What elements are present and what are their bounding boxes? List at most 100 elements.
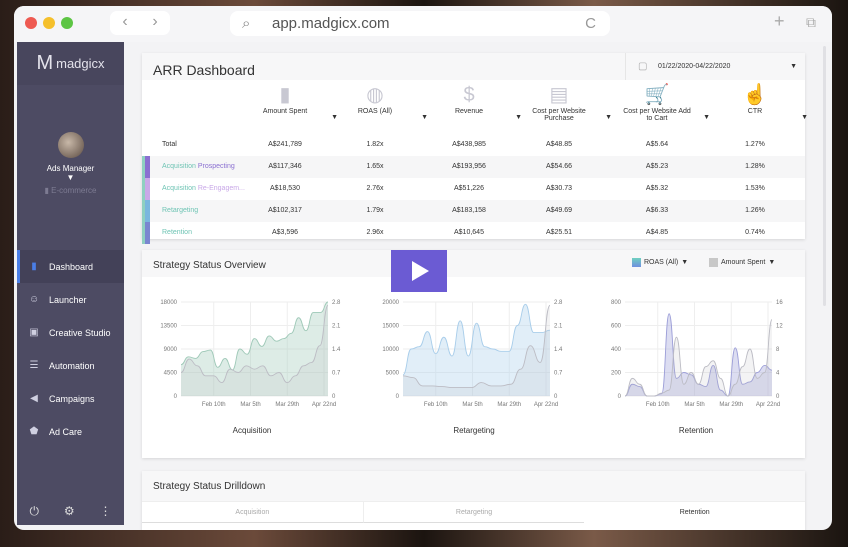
y-right-tick: 2.1 (554, 324, 563, 330)
sort-dropdown-icon[interactable]: ▼ (703, 114, 710, 121)
url-text: app.madgicx.com (272, 15, 390, 32)
column-header[interactable]: ◍ ROAS (All) ▼ (340, 80, 428, 121)
strategy-color-bar (142, 222, 150, 244)
presentation-icon: ▤ (549, 84, 569, 106)
avatar[interactable] (57, 132, 84, 158)
sort-dropdown-icon[interactable]: ▼ (421, 114, 428, 121)
y-right-tick: 4 (776, 371, 780, 377)
play-icon[interactable] (391, 250, 447, 292)
y-left-tick: 18000 (160, 300, 177, 306)
reload-button[interactable]: C (585, 11, 596, 36)
column-header[interactable]: $ Revenue ▼ (434, 80, 522, 121)
logo[interactable]: Mmadgicx (17, 42, 124, 85)
gear-icon[interactable]: ⚙ (64, 504, 75, 519)
tab-acquisition[interactable]: Acquisition (142, 502, 364, 523)
y-left-tick: 15000 (382, 324, 399, 330)
chart-title: Retargeting (453, 426, 495, 435)
rocket-icon: ☺ (29, 294, 40, 305)
sidebar-item-automation[interactable]: ☰ Automation (17, 349, 124, 382)
y-left-tick: 800 (611, 300, 622, 306)
sort-dropdown-icon[interactable]: ▼ (331, 114, 338, 121)
table-row[interactable]: Acquisition Re-Engagem... A$18,530 2.76x A$… (142, 178, 805, 200)
sidebar-item-dashboard[interactable]: ▮ Dashboard (17, 250, 124, 283)
new-tab-button[interactable]: + (774, 11, 785, 32)
sort-dropdown-icon[interactable]: ▼ (515, 114, 522, 121)
sidebar-item-creative-studio[interactable]: ▣ Creative Studio (17, 316, 124, 349)
x-tick: Feb 10th (646, 402, 670, 408)
table-row[interactable]: Total A$241,789 1.82x A$438,985 A$48.85 A$5.… (142, 134, 805, 156)
sidebar-item-launcher[interactable]: ☺ Launcher (17, 283, 124, 316)
sidebar: Mmadgicx Ads Manager ▼ ▮ E-commerce ▮ Dash… (17, 42, 124, 525)
sort-dropdown-icon[interactable]: ▼ (605, 114, 612, 121)
address-bar[interactable]: ⌕ app.madgicx.com C (230, 11, 610, 36)
y-left-tick: 4500 (164, 371, 178, 377)
column-header[interactable]: ☝ CTR ▼ (720, 80, 808, 121)
megaphone-icon: ◀ (30, 393, 38, 404)
row-name: Acquisition (162, 185, 196, 192)
cell-value: A$48.85 (545, 141, 573, 148)
y-right-tick: 0.7 (332, 371, 341, 377)
sidebar-item-campaigns[interactable]: ◀ Campaigns (17, 382, 124, 415)
y-right-tick: 0 (776, 394, 780, 400)
table-row[interactable]: Retention A$3,596 2.96x A$10,645 A$25.51 A$4… (142, 222, 805, 244)
y-right-tick: 8 (776, 347, 780, 353)
chart-title: Acquisition (232, 426, 272, 435)
hand-pointer-icon: ☝ (742, 84, 768, 106)
account-name: Ads Manager (46, 164, 95, 173)
date-range-picker[interactable]: ▢ 01/22/2020-04/22/2020 ▼ (625, 53, 805, 80)
y-right-tick: 2.8 (554, 300, 563, 306)
dollar-icon: $ (463, 84, 475, 106)
cell-value: A$5.32 (645, 185, 669, 192)
row-name: Total (162, 141, 177, 148)
account-type: ▮ E-commerce (44, 186, 97, 195)
section-title: Strategy Status Overview (153, 260, 266, 271)
cell-value: 1.82x (366, 141, 384, 148)
y-right-tick: 0 (332, 394, 336, 400)
amount-spent-metric-selector[interactable]: Amount Spent ▼ (709, 258, 775, 267)
scrollbar[interactable] (823, 46, 826, 306)
tab-retention[interactable]: Retention (584, 502, 805, 523)
forward-button[interactable]: › (140, 11, 170, 35)
column-header[interactable]: ▤ Cost per Website Purchase ▼ (524, 80, 612, 122)
x-tick: Feb 10th (202, 402, 226, 408)
x-tick: Mar 29th (497, 402, 521, 408)
shield-icon: ⬟ (29, 426, 39, 437)
sidebar-item-ad-care[interactable]: ⬟ Ad Care (17, 415, 124, 448)
calendar-icon: ▢ (638, 61, 648, 72)
cell-value: A$30.73 (545, 185, 573, 192)
y-left-tick: 5000 (386, 371, 400, 377)
globe-icon: ◍ (366, 84, 384, 106)
cell-value: A$5.23 (645, 163, 669, 170)
y-left-tick: 20000 (382, 300, 399, 306)
minimize-window-button[interactable] (43, 17, 55, 29)
roas-metric-selector[interactable]: ROAS (All) ▼ (632, 258, 688, 267)
column-header[interactable]: 🛒 Cost per Website Add to Cart ▼ (622, 80, 710, 122)
account-selector[interactable]: Ads Manager ▼ (17, 164, 124, 182)
sort-dropdown-icon[interactable]: ▼ (801, 114, 808, 121)
x-tick: Mar 29th (719, 402, 743, 408)
more-icon[interactable]: ⋮ (100, 504, 112, 519)
y-left-tick: 0 (174, 394, 178, 400)
close-window-button[interactable] (25, 17, 37, 29)
maximize-window-button[interactable] (61, 17, 73, 29)
power-icon[interactable]: ⏻ (29, 504, 39, 519)
chevron-down-icon: ▼ (66, 173, 75, 182)
tabs-overview-icon[interactable]: ⧉ (806, 14, 816, 31)
table-row[interactable]: Retargeting A$102,317 1.79x A$183,158 A$49.… (142, 200, 805, 222)
chevron-down-icon: ▼ (768, 259, 776, 266)
sliders-icon: ☰ (29, 360, 39, 371)
strategy-overview-card: Strategy Status Overview ROAS (All) ▼ Am… (142, 250, 805, 458)
cell-value: A$193,956 (452, 163, 486, 170)
tab-retargeting[interactable]: Retargeting (363, 502, 585, 523)
table-row[interactable]: Acquisition Prospecting A$117,346 1.65x A$1… (142, 156, 805, 178)
cell-value: A$51,226 (454, 185, 484, 192)
column-header[interactable]: ▮ Amount Spent ▼ (250, 80, 338, 121)
cell-value: 1.53% (745, 185, 765, 192)
cell-value: A$3,596 (271, 229, 299, 236)
x-tick: Mar 5th (462, 402, 482, 408)
y-left-tick: 9000 (164, 347, 178, 353)
cell-value: 1.79x (366, 207, 384, 214)
back-button[interactable]: ‹ (110, 11, 140, 35)
x-tick: Mar 5th (684, 402, 704, 408)
chart-retargeting: 0 0 5000 0.7 10000 1.4 15000 2.1 20000 2.8 Feb 10t… (367, 294, 567, 419)
